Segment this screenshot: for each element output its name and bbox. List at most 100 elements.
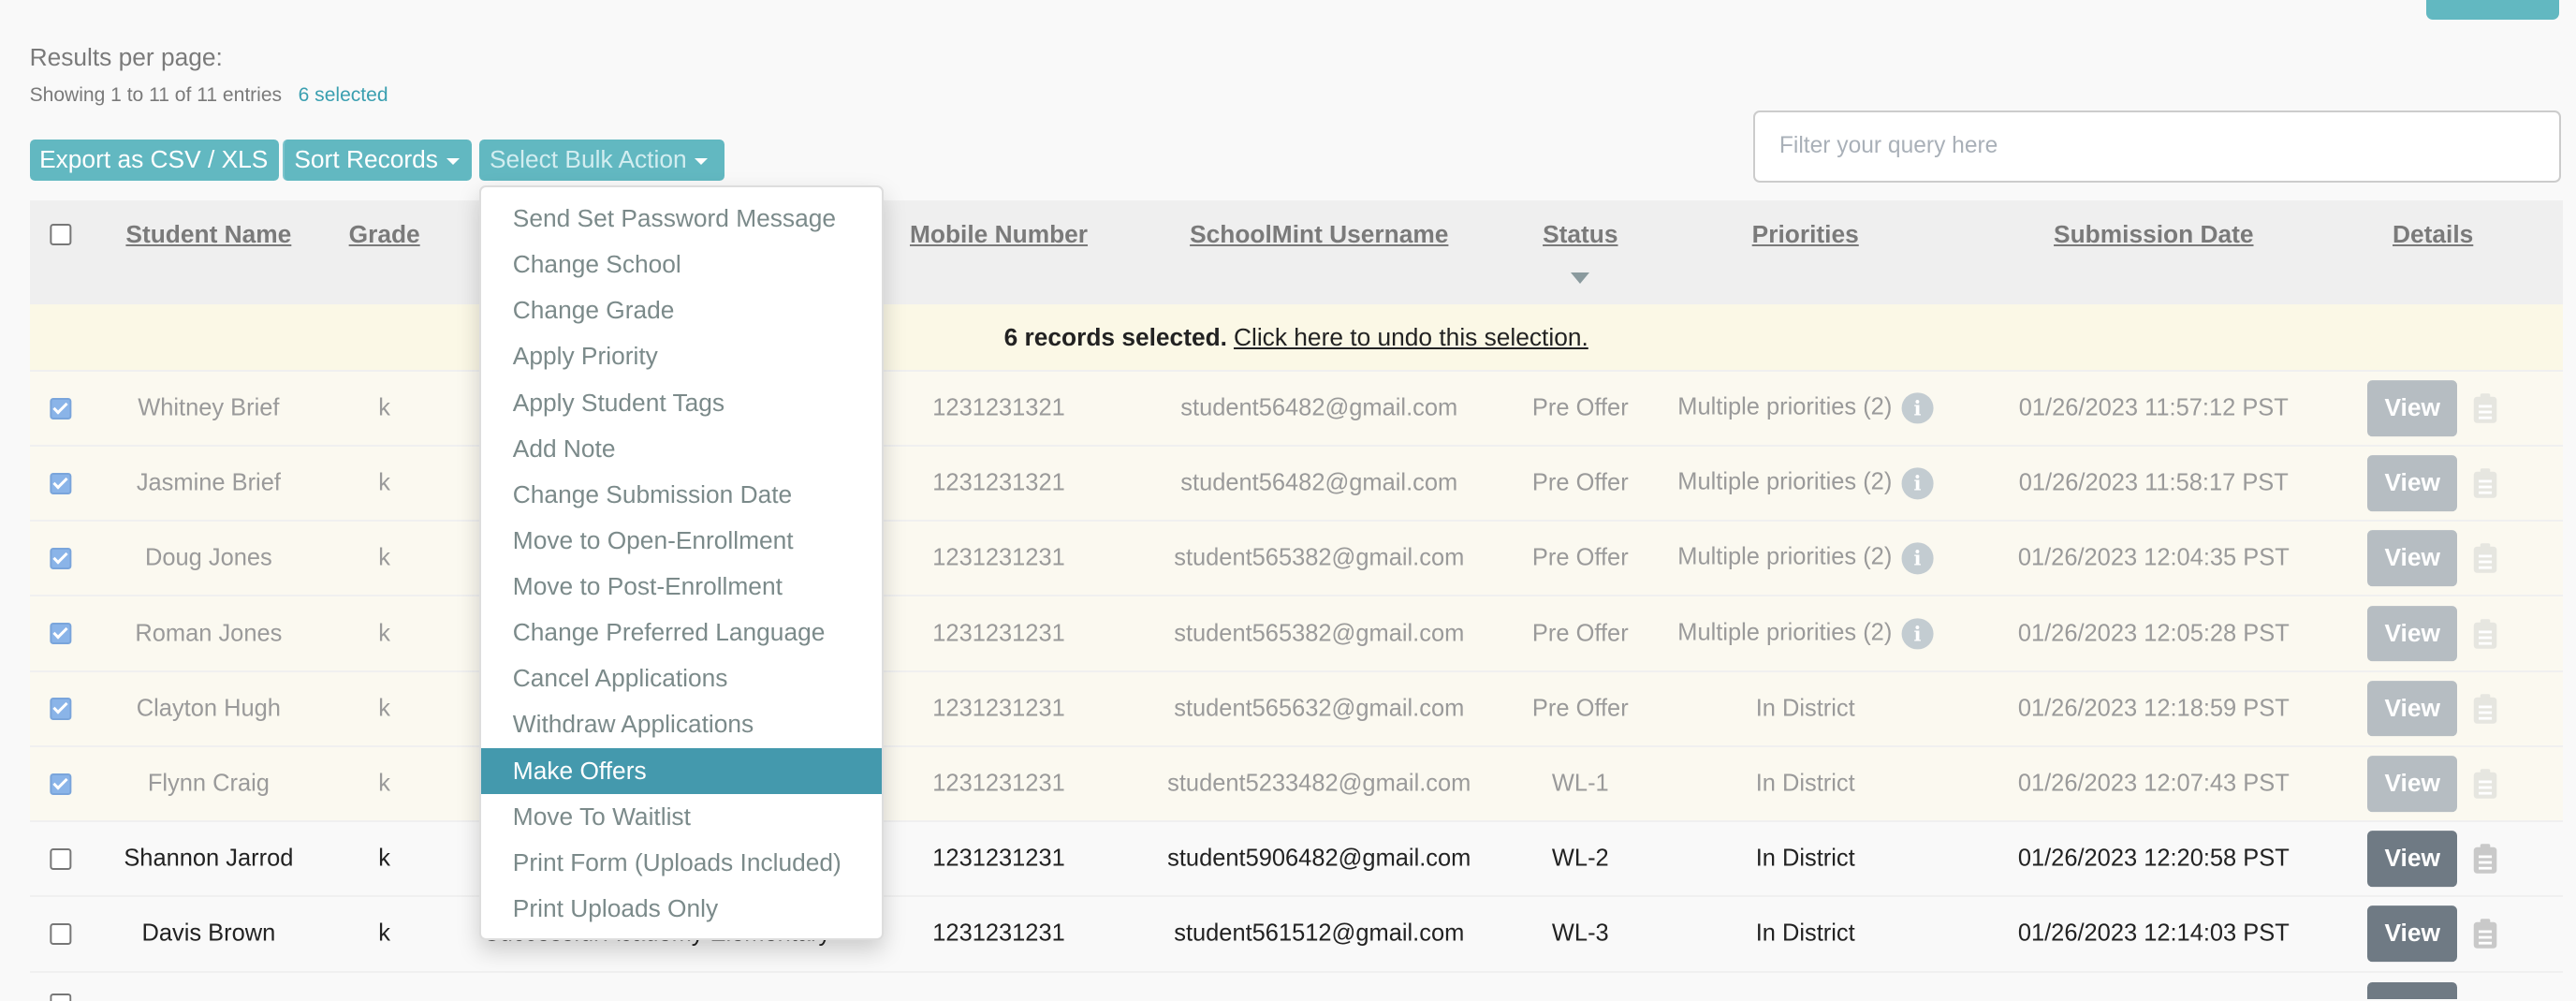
- view-button[interactable]: View: [2366, 831, 2458, 888]
- bulk-menu-item[interactable]: Make Offers: [481, 747, 883, 794]
- info-icon[interactable]: i: [1901, 392, 1934, 424]
- view-button[interactable]: View: [2366, 905, 2458, 963]
- bulk-menu-item[interactable]: Cancel Applications: [481, 655, 882, 701]
- sort-desc-icon: [1571, 272, 1590, 285]
- cell-username: student561512@gmail.com: [1174, 920, 1465, 947]
- col-username[interactable]: SchoolMint Username: [1190, 220, 1448, 249]
- row-checkbox[interactable]: [50, 922, 72, 946]
- row-checkbox[interactable]: [50, 698, 72, 720]
- row-checkbox[interactable]: [50, 994, 72, 1001]
- view-button[interactable]: View: [2366, 530, 2458, 587]
- cell-status: Pre Offer: [1531, 469, 1629, 496]
- cell-grade: k: [378, 394, 391, 421]
- view-label: View: [2384, 618, 2440, 647]
- cell-username: student565382@gmail.com: [1174, 544, 1465, 571]
- row-checkbox[interactable]: [50, 547, 72, 570]
- priorities-text: In District: [1755, 695, 1855, 722]
- col-priorities[interactable]: Priorities: [1752, 220, 1859, 249]
- clipboard-icon[interactable]: [2472, 467, 2498, 500]
- bulk-menu-item[interactable]: Move To Waitlist: [481, 794, 882, 840]
- view-label: View: [2384, 393, 2440, 422]
- bulk-menu-item[interactable]: Change Grade: [481, 287, 882, 333]
- cell-grade: k: [378, 544, 391, 571]
- bulk-menu-item[interactable]: Send Set Password Message: [481, 196, 882, 242]
- cell-status: Pre Offer: [1531, 695, 1629, 722]
- view-button[interactable]: View: [2366, 455, 2458, 511]
- cell-grade: k: [378, 620, 391, 647]
- view-button[interactable]: View: [2366, 380, 2458, 436]
- row-checkbox[interactable]: [50, 623, 72, 645]
- row-checkbox[interactable]: [50, 472, 72, 495]
- col-grade[interactable]: Grade: [349, 220, 420, 249]
- view-button[interactable]: View: [2366, 605, 2458, 662]
- info-icon[interactable]: i: [1901, 617, 1934, 650]
- table-row: Roman Jones k 1231231231 student565382@gmai…: [29, 595, 2563, 670]
- bulk-menu-item[interactable]: Change Submission Date: [481, 472, 882, 518]
- export-csv-button[interactable]: Export as CSV / XLS: [29, 140, 280, 182]
- row-checkbox[interactable]: [50, 397, 72, 420]
- bulk-menu-item[interactable]: Add Note: [481, 426, 882, 472]
- cell-mobile-number: 1231231231: [932, 544, 1065, 571]
- cell-submission-date: 01/26/2023 12:04:35 PST: [2017, 544, 2290, 571]
- view-button[interactable]: [2366, 982, 2458, 999]
- clipboard-icon[interactable]: [2472, 918, 2498, 950]
- col-details[interactable]: Details: [2393, 220, 2473, 249]
- clipboard-icon[interactable]: [2472, 542, 2498, 575]
- row-checkbox[interactable]: [50, 773, 72, 795]
- table-row: Shannon Jarrod k 1231231231 student5906482@…: [29, 820, 2563, 896]
- selected-count: 6 selected: [298, 83, 388, 106]
- cell-status: WL-3: [1551, 920, 1609, 947]
- bulk-menu-item[interactable]: Apply Priority: [481, 333, 882, 379]
- table-row: Whitney Brief k 1231231321 student56482@gma…: [29, 369, 2563, 446]
- bulk-action-menu: Send Set Password Message Change School Ch…: [479, 185, 885, 940]
- bulk-menu-item[interactable]: Print Uploads Only: [481, 886, 882, 932]
- info-icon[interactable]: i: [1901, 467, 1934, 499]
- cell-priorities: In District: [1756, 770, 1855, 797]
- cell-grade: k: [378, 845, 391, 872]
- priorities-text: Multiple priorities (2): [1677, 619, 1893, 646]
- col-mobile-number[interactable]: Mobile Number: [910, 220, 1088, 249]
- cell-student-name: Davis Brown: [141, 920, 276, 947]
- filter-input[interactable]: [1752, 110, 2562, 183]
- bulk-menu-item[interactable]: Withdraw Applications: [481, 701, 882, 747]
- cell-student-name: Roman Jones: [135, 620, 283, 647]
- selection-count-text: 6 records selected.: [1003, 322, 1227, 351]
- col-status[interactable]: Status: [1543, 220, 1617, 249]
- cell-student-name: Flynn Craig: [147, 770, 270, 797]
- info-icon[interactable]: i: [1901, 542, 1934, 575]
- bulk-menu-item[interactable]: Print Form (Uploads Included): [481, 840, 882, 886]
- select-all-checkbox[interactable]: [50, 223, 72, 245]
- cell-grade: k: [378, 695, 391, 722]
- selection-banner: 6 records selected. Click here to undo th…: [29, 303, 2563, 370]
- undo-selection-link[interactable]: Click here to undo this selection.: [1234, 323, 1588, 351]
- clipboard-icon[interactable]: [2472, 391, 2498, 424]
- cell-mobile-number: 1231231321: [932, 394, 1065, 421]
- clipboard-icon[interactable]: [2472, 617, 2498, 650]
- clipboard-icon[interactable]: [2472, 692, 2498, 725]
- cell-mobile-number: 1231231231: [932, 695, 1065, 722]
- cell-priorities: In District: [1756, 695, 1855, 722]
- cell-student-name: Clayton Hugh: [136, 695, 281, 722]
- view-button[interactable]: View: [2366, 756, 2458, 812]
- cell-mobile-number: 1231231231: [932, 770, 1065, 797]
- bulk-menu-item[interactable]: Apply Student Tags: [481, 380, 882, 426]
- cell-username: student5233482@gmail.com: [1167, 770, 1471, 797]
- col-submission-date[interactable]: Submission Date: [2054, 220, 2253, 249]
- bulk-menu-item[interactable]: Change Preferred Language: [481, 610, 882, 655]
- cell-username: student565382@gmail.com: [1174, 620, 1465, 647]
- bulk-menu-item[interactable]: Move to Post-Enrollment: [481, 564, 882, 610]
- priorities-text: In District: [1755, 920, 1855, 947]
- clipboard-icon[interactable]: [2472, 767, 2498, 800]
- cell-submission-date: 01/26/2023 11:58:17 PST: [2018, 469, 2289, 496]
- results-per-page-label: Results per page:: [29, 42, 223, 71]
- sort-records-button[interactable]: Sort Records: [282, 140, 472, 182]
- row-checkbox[interactable]: [50, 847, 72, 871]
- cell-username: student56482@gmail.com: [1180, 469, 1458, 496]
- bulk-menu-item[interactable]: Move to Open-Enrollment: [481, 518, 882, 564]
- bulk-menu-item[interactable]: Change School: [481, 242, 882, 287]
- top-right-button[interactable]: [2426, 0, 2560, 21]
- view-button[interactable]: View: [2366, 680, 2458, 737]
- col-student-name[interactable]: Student Name: [125, 220, 291, 249]
- bulk-action-button[interactable]: Select Bulk Action: [479, 140, 724, 182]
- clipboard-icon[interactable]: [2472, 843, 2498, 876]
